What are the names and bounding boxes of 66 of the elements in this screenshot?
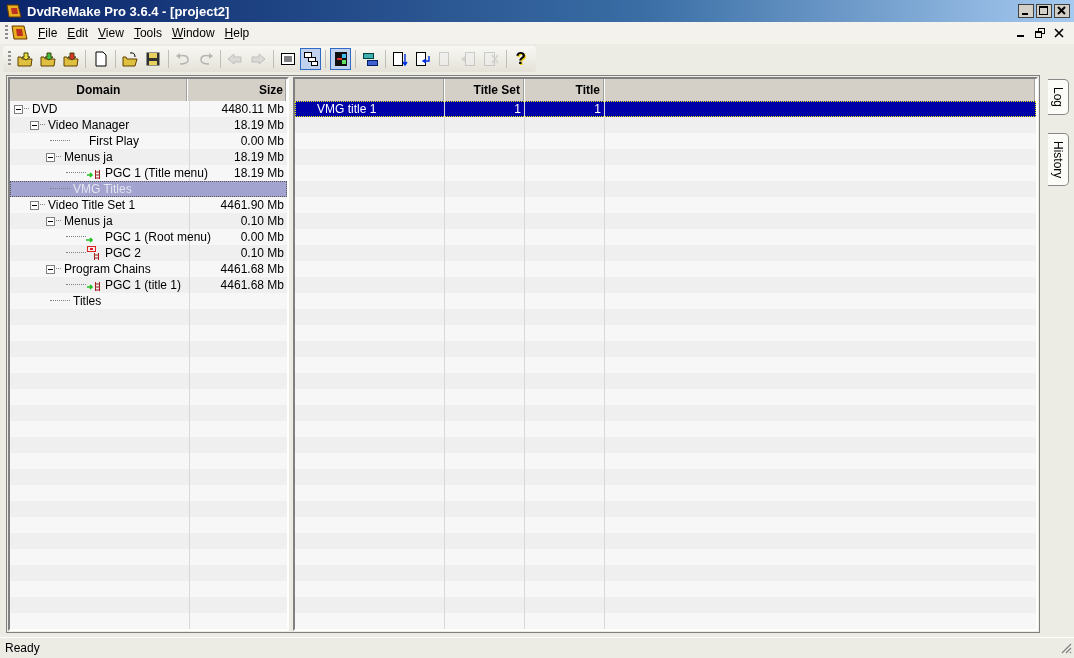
tree-item[interactable]: PGC 1 (title 1): [105, 278, 182, 292]
resize-grip-icon[interactable]: [1060, 642, 1072, 654]
collapse-icon[interactable]: [46, 216, 55, 226]
app-logo-icon: [6, 3, 22, 19]
tree-item[interactable]: Program Chains: [64, 262, 151, 276]
maximize-icon[interactable]: [1036, 4, 1052, 18]
menu-item[interactable]: Help: [219, 24, 255, 42]
collapse-icon[interactable]: [46, 264, 55, 274]
menu-item[interactable]: Edit: [62, 24, 94, 42]
size-value: 4461.68 Mb: [220, 262, 284, 276]
side-tab[interactable]: History: [1047, 133, 1069, 187]
arrow-icon: [86, 237, 93, 243]
document-down-arrow-icon[interactable]: [392, 51, 408, 67]
size-value: 4461.68 Mb: [220, 278, 284, 292]
help-button[interactable]: ?: [509, 49, 532, 69]
open-folder-icon[interactable]: [62, 51, 79, 67]
collapse-icon[interactable]: [14, 104, 23, 114]
new-document-icon[interactable]: [92, 51, 109, 67]
size-value: 0.00 Mb: [240, 230, 284, 244]
tree-item[interactable]: Video Manager: [48, 118, 130, 132]
status-text: Ready: [5, 641, 40, 655]
table-row[interactable]: VMG title 1 1 1: [295, 101, 1036, 117]
menu-ladder-icon: [86, 245, 102, 261]
size-value: 0.10 Mb: [240, 246, 284, 260]
film-frame-icon[interactable]: [332, 51, 349, 67]
tree-item[interactable]: Titles: [73, 294, 102, 308]
table-cell: 1: [445, 101, 525, 117]
list-view-icon[interactable]: [279, 51, 296, 67]
app-logo-icon: [11, 24, 29, 42]
restore-icon[interactable]: [1035, 28, 1045, 38]
open-folder-icon[interactable]: [17, 51, 34, 67]
collapse-icon[interactable]: [46, 152, 55, 162]
menu-item[interactable]: Tools: [128, 24, 167, 42]
tree-item[interactable]: Menus ja: [64, 150, 113, 164]
window-title: DvdReMake Pro 3.6.4 - [project2]: [27, 3, 230, 19]
table-cell: 1: [525, 101, 605, 117]
size-value: 4461.90 Mb: [220, 198, 284, 212]
tree-item[interactable]: PGC 1 (Title menu): [105, 166, 208, 180]
close-icon[interactable]: [1054, 4, 1070, 18]
document-return-arrow-icon[interactable]: [414, 51, 431, 67]
minimize-icon[interactable]: [1018, 4, 1034, 18]
window-stack-icon[interactable]: [362, 51, 379, 67]
size-value: 18.19 Mb: [233, 166, 284, 180]
tree-item[interactable]: PGC 1 (Root menu): [105, 230, 212, 244]
save-icon[interactable]: [145, 51, 162, 67]
size-value: 0.00 Mb: [240, 134, 284, 148]
size-value: 18.19 Mb: [233, 150, 284, 164]
side-tab[interactable]: Log: [1047, 79, 1069, 116]
open-folder-icon[interactable]: [122, 51, 139, 67]
menu-item[interactable]: File: [33, 24, 63, 42]
size-value: 18.19 Mb: [233, 118, 284, 132]
tree-view-icon[interactable]: [302, 51, 319, 67]
size-value: 4480.11 Mb: [221, 102, 284, 116]
collapse-icon[interactable]: [30, 200, 39, 210]
size-value: 0.10 Mb: [240, 214, 284, 228]
menu-item[interactable]: View: [93, 24, 129, 42]
tree-item[interactable]: DVD: [32, 102, 58, 116]
tree-item[interactable]: PGC 2: [105, 246, 141, 260]
menu-item[interactable]: Window: [166, 24, 220, 42]
table-cell: VMG title 1: [295, 101, 445, 117]
open-folder-icon[interactable]: [40, 51, 57, 67]
close-icon[interactable]: [1054, 28, 1064, 38]
tree-item[interactable]: Menus ja: [64, 214, 113, 228]
collapse-icon[interactable]: [30, 120, 39, 130]
tree-item[interactable]: Video Title Set 1: [48, 198, 136, 212]
tree-item[interactable]: First Play: [89, 134, 139, 148]
